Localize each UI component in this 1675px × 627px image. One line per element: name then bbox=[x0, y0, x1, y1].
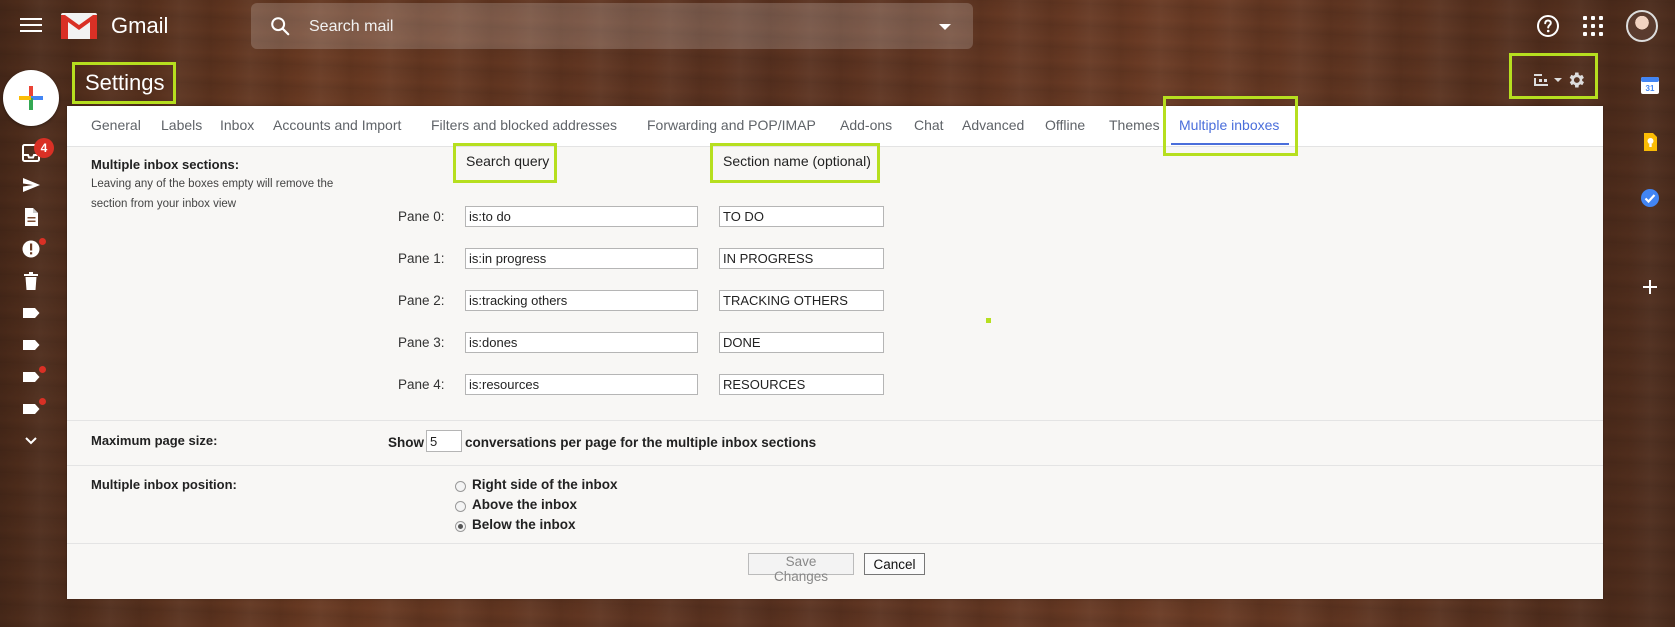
settings-panel: General Labels Inbox Accounts and Import… bbox=[67, 96, 1603, 599]
settings-tabs: General Labels Inbox Accounts and Import… bbox=[67, 106, 1603, 147]
pane-3-name-input[interactable] bbox=[719, 332, 884, 353]
label-notification-dot bbox=[39, 366, 46, 373]
search-icon[interactable] bbox=[269, 15, 291, 37]
gmail-logo-icon[interactable] bbox=[60, 12, 98, 40]
divider bbox=[67, 465, 1603, 466]
search-bar[interactable] bbox=[251, 3, 973, 49]
google-apps-icon[interactable] bbox=[1583, 16, 1603, 36]
pane-1-query-input[interactable] bbox=[465, 248, 698, 269]
tab-add-ons[interactable]: Add-ons bbox=[840, 117, 892, 133]
page-size-input[interactable] bbox=[426, 430, 462, 452]
pane-4-name-input[interactable] bbox=[719, 374, 884, 395]
app-name: Gmail bbox=[111, 13, 169, 38]
pane-3-query-input[interactable] bbox=[465, 332, 698, 353]
highlight-marker bbox=[986, 318, 991, 323]
trash-icon[interactable] bbox=[21, 271, 41, 291]
pane-2-query-input[interactable] bbox=[465, 290, 698, 311]
pane-0-query-input[interactable] bbox=[465, 206, 698, 227]
calendar-icon[interactable]: 31 bbox=[1640, 75, 1660, 95]
save-changes-button[interactable]: Save Changes bbox=[748, 553, 854, 584]
pane-2-label: Pane 2: bbox=[398, 293, 445, 308]
label-icon[interactable] bbox=[21, 335, 41, 355]
plus-icon bbox=[19, 86, 43, 110]
tab-labels[interactable]: Labels bbox=[161, 117, 202, 133]
sent-icon[interactable] bbox=[21, 175, 41, 195]
search-query-header: Search query bbox=[453, 143, 557, 183]
tab-advanced[interactable]: Advanced bbox=[962, 117, 1024, 133]
pane-0-name-input[interactable] bbox=[719, 206, 884, 227]
compose-button[interactable] bbox=[3, 70, 59, 126]
label-icon[interactable] bbox=[21, 303, 41, 323]
cancel-button[interactable]: Cancel bbox=[864, 553, 925, 575]
pane-4-label: Pane 4: bbox=[398, 377, 445, 392]
drafts-icon[interactable] bbox=[21, 207, 41, 227]
search-options-chevron-down-icon[interactable] bbox=[939, 24, 951, 30]
density-chevron-down-icon[interactable] bbox=[1554, 78, 1562, 82]
tab-general[interactable]: General bbox=[91, 117, 141, 133]
account-avatar[interactable] bbox=[1626, 10, 1658, 42]
display-density-icon[interactable] bbox=[1533, 73, 1549, 87]
position-right-label[interactable]: Right side of the inbox bbox=[472, 477, 618, 492]
page-title: Settings bbox=[72, 62, 176, 104]
page-size-label: Maximum page size: bbox=[91, 433, 218, 448]
pane-2-name-input[interactable] bbox=[719, 290, 884, 311]
tab-inbox[interactable]: Inbox bbox=[220, 117, 254, 133]
position-above-label[interactable]: Above the inbox bbox=[472, 497, 577, 512]
tab-forwarding-and-pop-imap[interactable]: Forwarding and POP/IMAP bbox=[647, 117, 816, 133]
active-tab-highlight bbox=[1163, 96, 1298, 156]
position-above-radio[interactable] bbox=[455, 501, 466, 512]
position-right-radio[interactable] bbox=[455, 481, 466, 492]
pane-4-query-input[interactable] bbox=[465, 374, 698, 395]
divider bbox=[67, 543, 1603, 544]
spam-icon[interactable] bbox=[21, 239, 41, 259]
tab-accounts-and-import[interactable]: Accounts and Import bbox=[273, 117, 401, 133]
pane-3-label: Pane 3: bbox=[398, 335, 445, 350]
svg-text:31: 31 bbox=[1646, 84, 1655, 93]
page-size-suffix: conversations per page for the multiple … bbox=[465, 435, 817, 450]
tasks-icon[interactable] bbox=[1640, 188, 1660, 208]
get-addons-plus-icon[interactable] bbox=[1640, 277, 1660, 297]
keep-icon[interactable] bbox=[1640, 132, 1660, 152]
pane-1-name-input[interactable] bbox=[719, 248, 884, 269]
section-name-header: Section name (optional) bbox=[710, 143, 880, 183]
label-notification-dot bbox=[39, 398, 46, 405]
tab-chat[interactable]: Chat bbox=[914, 117, 944, 133]
tab-offline[interactable]: Offline bbox=[1045, 117, 1085, 133]
search-input[interactable] bbox=[307, 12, 911, 42]
position-below-radio[interactable] bbox=[455, 521, 466, 532]
pane-1-label: Pane 1: bbox=[398, 251, 445, 266]
chevron-down-icon[interactable] bbox=[21, 431, 41, 451]
pane-0-label: Pane 0: bbox=[398, 209, 445, 224]
top-bar: Gmail bbox=[0, 0, 1675, 52]
spam-notification-dot bbox=[39, 238, 46, 245]
divider bbox=[67, 420, 1603, 421]
label-icon[interactable] bbox=[21, 399, 41, 419]
main-menu-icon[interactable] bbox=[20, 15, 42, 35]
tab-themes[interactable]: Themes bbox=[1109, 117, 1160, 133]
tab-filters-and-blocked-addresses[interactable]: Filters and blocked addresses bbox=[431, 117, 617, 133]
position-label: Multiple inbox position: bbox=[91, 477, 237, 492]
inbox-unread-badge: 4 bbox=[34, 138, 54, 158]
page-size-prefix: Show bbox=[388, 435, 424, 450]
gear-icon[interactable] bbox=[1566, 70, 1586, 90]
help-icon[interactable] bbox=[1536, 14, 1560, 38]
position-below-label[interactable]: Below the inbox bbox=[472, 517, 576, 532]
sections-label: Multiple inbox sections: bbox=[91, 157, 240, 172]
label-icon[interactable] bbox=[21, 367, 41, 387]
sections-help-text: Leaving any of the boxes empty will remo… bbox=[91, 178, 334, 210]
